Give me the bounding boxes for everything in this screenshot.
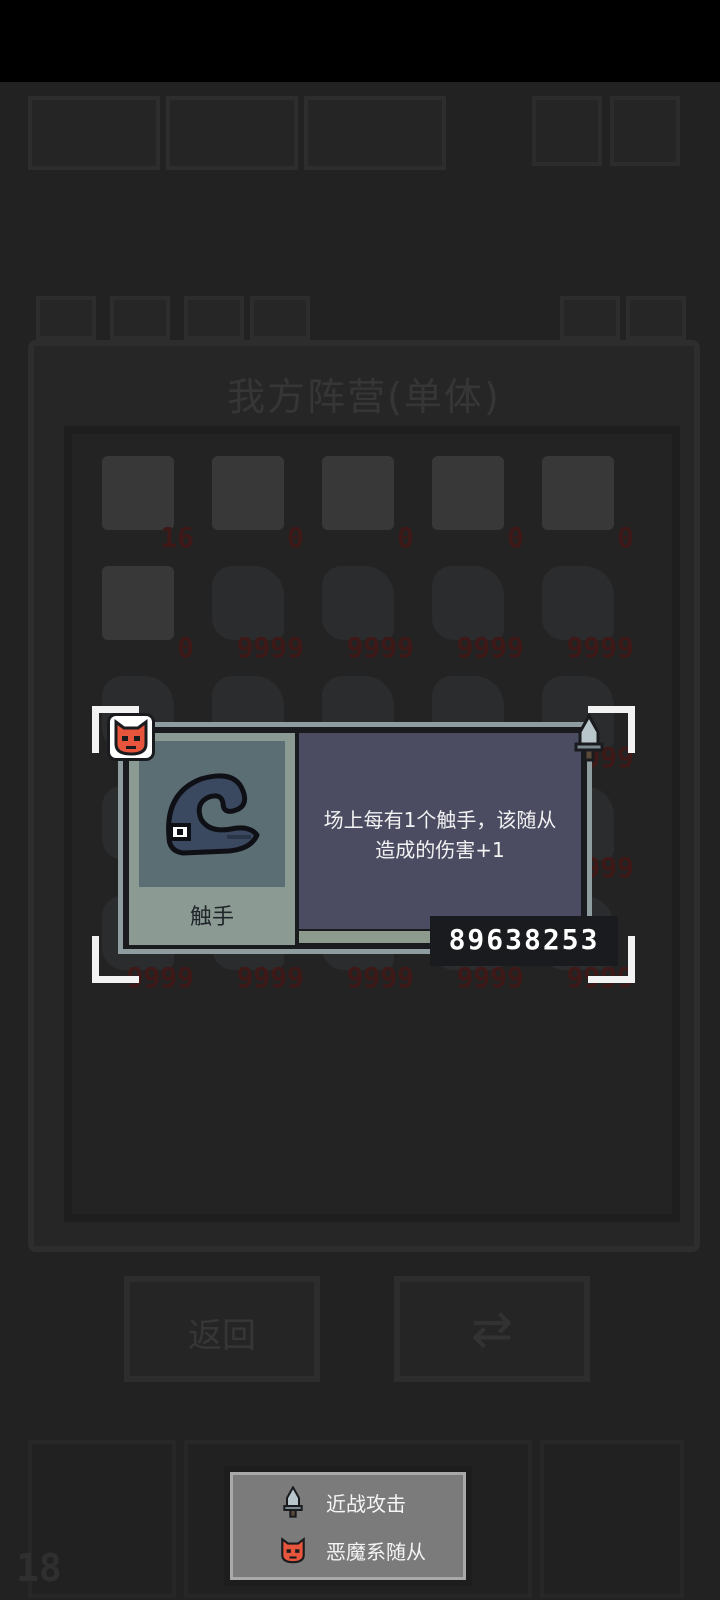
bottom-slot-3[interactable] [540,1440,684,1598]
unit-count: 0 [177,631,194,664]
unit-count: 9999 [346,631,414,664]
demon-mask-icon [278,1534,308,1566]
resource-box-3 [304,96,446,170]
tab-chip-2[interactable] [110,296,170,340]
status-bar [0,0,720,82]
ghost-icon [542,456,614,530]
grid-unit[interactable]: 0 [198,450,308,560]
swap-arrows-icon: ⇄ [471,1300,513,1358]
menu-button-1[interactable] [532,96,602,166]
unit-count: 9999 [456,631,524,664]
card-description-line-2: 造成的伤害+1 [375,838,505,862]
resource-box-1 [28,96,160,170]
unit-count: 0 [287,521,304,554]
ghost-icon [102,456,174,530]
tab-chip-4[interactable] [250,296,310,340]
legend-label: 近战攻击 [326,1492,406,1516]
grid-unit[interactable]: 9999 [308,560,418,670]
dagger-icon [278,1485,308,1518]
back-button-label: 返回 [188,1316,256,1356]
grid-unit[interactable]: 9999 [528,560,638,670]
tentacle-icon [432,566,504,640]
grid-unit[interactable]: 0 [88,560,198,670]
unit-count: 9999 [236,631,304,664]
tentacle-icon [212,566,284,640]
swap-button[interactable]: ⇄ [394,1276,590,1382]
grid-unit[interactable]: 0 [528,450,638,560]
card-id: 89638253 [430,916,618,966]
unit-count: 9999 [346,961,414,994]
dagger-icon [568,712,610,762]
tab-chip-1[interactable] [36,296,96,340]
grid-unit[interactable]: 9999 [198,560,308,670]
corner-number: 18 [16,1546,62,1590]
card-description-panel: 场上每有1个触手，该随从 造成的伤害+1 [299,733,581,929]
tentacle-icon [322,566,394,640]
unit-count: 0 [617,521,634,554]
demon-mask-icon [110,716,152,758]
panel-title: 我方阵营(单体) [227,375,501,419]
resource-box-2 [166,96,298,170]
unit-count: 0 [397,521,414,554]
legend-label: 恶魔系随从 [326,1540,426,1564]
back-button[interactable]: 返回 [124,1276,320,1382]
ghost-icon [102,566,174,640]
unit-count: 0 [507,521,524,554]
menu-button-2[interactable] [610,96,680,166]
icon-legend: 近战攻击 恶魔系随从 [224,1466,472,1586]
tentacle-icon [542,566,614,640]
card-description-line-1: 场上每有1个触手，该随从 [323,808,557,832]
tab-chip-5[interactable] [560,296,620,340]
grid-unit[interactable]: 16 [88,450,198,560]
bottom-slot-1[interactable]: 18 [16,1440,176,1598]
tab-chip-3[interactable] [184,296,244,340]
unit-count: 9999 [236,961,304,994]
card-portrait-panel: 触手 [129,733,299,945]
grid-unit[interactable]: 9999 [418,560,528,670]
card-name: 触手 [189,905,234,930]
grid-unit[interactable]: 0 [308,450,418,560]
ghost-icon [322,456,394,530]
unit-count: 16 [160,521,194,554]
ghost-icon [432,456,504,530]
tab-chip-6[interactable] [626,296,686,340]
grid-unit[interactable]: 0 [418,450,528,560]
unit-count: 9999 [566,631,634,664]
portrait-frame [139,741,285,887]
ghost-icon [212,456,284,530]
tentacle-icon [166,773,260,856]
card-description: 场上每有1个触手，该随从 造成的伤害+1 [307,805,573,865]
